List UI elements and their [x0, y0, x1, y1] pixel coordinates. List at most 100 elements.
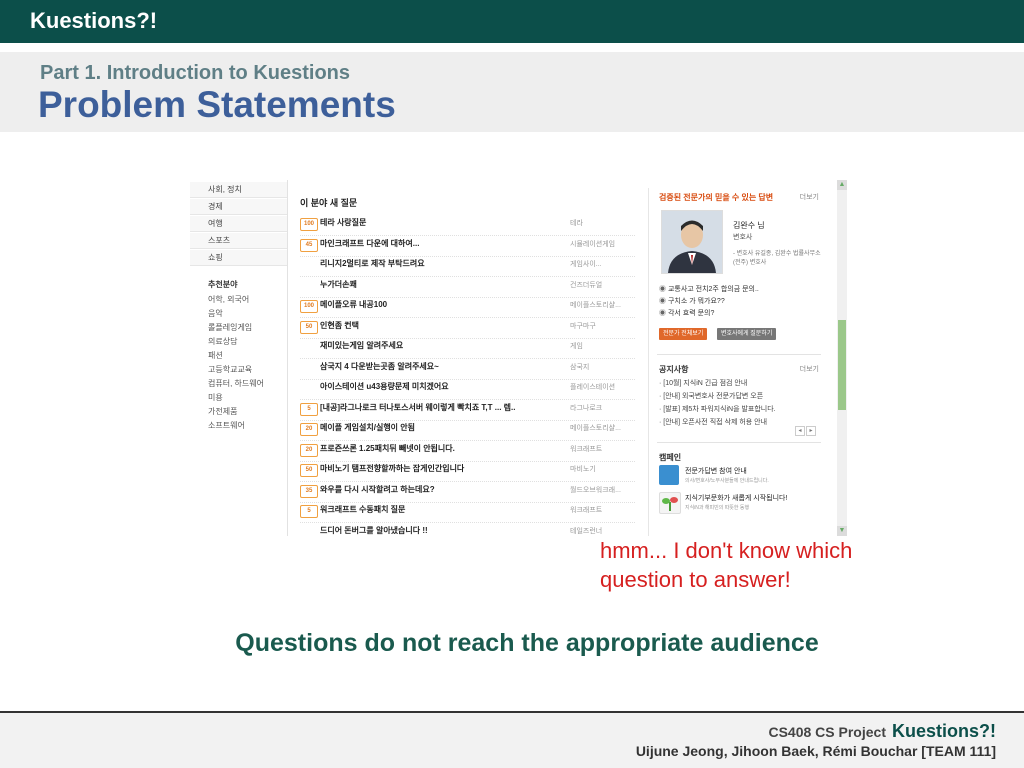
question-title[interactable]: 누가더손쾌	[320, 279, 357, 290]
question-title[interactable]: 마비노기 탬프전향할까하는 잡게인간입니다	[320, 463, 464, 474]
question-category[interactable]: 워크래프트	[570, 444, 602, 454]
question-row[interactable]: 35 와우를 다시 시작할려고 하는데요? 월드오브워크래...	[300, 481, 635, 503]
category-link[interactable]: 의료상담	[208, 335, 237, 349]
scrollbar-thumb[interactable]	[838, 320, 846, 410]
question-row[interactable]: 50 인현좀 컨택 마구마구	[300, 317, 635, 339]
question-category[interactable]: 라그나로크	[570, 403, 602, 413]
question-category[interactable]: 건즈더듀얼	[570, 280, 602, 290]
scroll-down-icon[interactable]: ▼	[837, 526, 847, 536]
scroll-up-icon[interactable]: ▲	[837, 180, 847, 190]
question-category[interactable]: 월드오브워크래...	[570, 485, 621, 495]
question-row[interactable]: 삼국지 4 다운받는곳좀 알려주세요~ 삼국지	[300, 358, 635, 380]
sidebar-tab[interactable]: 쇼핑	[190, 250, 287, 266]
question-row[interactable]: 드디어 돈버그를 알아냈습니다 !! 테일즈런너	[300, 522, 635, 537]
category-link[interactable]: 패션	[208, 349, 223, 363]
slide-subtitle: Part 1. Introduction to Kuestions	[40, 62, 351, 84]
sprout-icon	[662, 497, 678, 511]
bounty-badge: 5	[300, 402, 318, 416]
circle-q-icon: ◉	[659, 298, 668, 305]
notice-item[interactable]: · [안내] 외국변호사 전문가답변 오픈	[659, 391, 763, 401]
category-link[interactable]: 소프트웨어	[208, 419, 245, 433]
prev-arrow-icon[interactable]: ◂	[795, 426, 805, 436]
notice-item[interactable]: · [10월] 지식iN 긴급 점검 안내	[659, 378, 747, 388]
all-experts-button[interactable]: 전문가 전체보기	[659, 328, 708, 340]
callout-text: hmm... I don't know which question to an…	[600, 536, 852, 594]
question-row[interactable]: 5 [내공]라그나로크 터나토스서버 웨이렇게 빡치죠 T,T ... 렙.. 라그…	[300, 399, 635, 421]
question-title[interactable]: 프로즌쓰론 1.25패치뒤 빼넷이 안됩니다.	[320, 443, 455, 454]
question-category[interactable]: 마구마구	[570, 321, 596, 331]
main-message: Questions do not reach the appropriate a…	[235, 629, 819, 657]
question-row[interactable]: 100 테라 사랑질문 테라	[300, 214, 635, 236]
question-category[interactable]: 마비노기	[570, 464, 596, 474]
question-title[interactable]: [내공]라그나로크 터나토스서버 웨이렇게 빡치죠 T,T ... 렙..	[320, 402, 515, 413]
question-row[interactable]: 50 마비노기 탬프전향할까하는 잡게인간입니다 마비노기	[300, 460, 635, 482]
question-title[interactable]: 드디어 돈버그를 알아냈습니다 !!	[320, 525, 428, 536]
question-title[interactable]: 워크래프트 수동패치 질문	[320, 504, 405, 515]
question-row[interactable]: 누가더손쾌 건즈더듀얼	[300, 276, 635, 298]
expert-answer-link[interactable]: ◉ 구치소 가 뭐가요??	[659, 296, 725, 306]
bounty-badge: 20	[300, 423, 318, 436]
sidebar-tab[interactable]: 여행	[190, 216, 287, 232]
question-row[interactable]: 아이스테이션 u43용량문제 미치겠어요 플레이스테이션	[300, 378, 635, 400]
notice-more-link[interactable]: 더보기	[800, 364, 819, 374]
question-row[interactable]: 재미있는게임 알려주세요 게임	[300, 337, 635, 359]
question-title[interactable]: 와우를 다시 시작할려고 하는데요?	[320, 484, 435, 495]
category-link[interactable]: 컴퓨터, 하드웨어	[208, 377, 264, 391]
ask-lawyer-button[interactable]: 변호사에게 질문하기	[717, 328, 777, 340]
notice-title: 공지사항	[659, 365, 689, 374]
question-category[interactable]: 삼국지	[570, 362, 589, 372]
question-row[interactable]: 리니지2멀티로 제작 부탁드려요 게임사이...	[300, 255, 635, 277]
question-category[interactable]: 게임	[570, 341, 583, 351]
question-title[interactable]: 리니지2멀티로 제작 부탁드려요	[320, 258, 425, 269]
happybean-icon	[659, 492, 681, 514]
question-category[interactable]: 메이플스토리샬...	[570, 423, 621, 433]
question-title[interactable]: 인현좀 컨택	[320, 320, 359, 331]
question-category[interactable]: 워크래프트	[570, 505, 602, 515]
sidebar-tab[interactable]: 스포츠	[190, 233, 287, 249]
question-title[interactable]: 아이스테이션 u43용량문제 미치겠어요	[320, 381, 449, 392]
expert-more-link[interactable]: 더보기	[800, 192, 819, 202]
bounty-badge: 20	[300, 443, 318, 457]
question-title[interactable]: 마인크래프트 다운에 대하여...	[320, 238, 419, 249]
category-link[interactable]: 롤플레잉게임	[208, 321, 252, 335]
expert-name: 김완수 님	[733, 221, 765, 230]
question-row[interactable]: 45 마인크래프트 다운에 대하여... 시뮬레이션게임	[300, 235, 635, 257]
question-title[interactable]: 테라 사랑질문	[320, 217, 366, 228]
category-link[interactable]: 어학, 외국어	[208, 293, 249, 307]
scrollbar[interactable]: ▲ ▼	[837, 180, 847, 536]
question-row[interactable]: 20 프로즌쓰론 1.25패치뒤 빼넷이 안됩니다. 워크래프트	[300, 440, 635, 462]
sidebar-tab[interactable]: 사회, 정치	[190, 182, 287, 198]
campaign-item-title[interactable]: 지식기부문화가 새롭게 시작됩니다!	[685, 493, 787, 503]
question-title[interactable]: 메이플 게임설치/실행이 안됨	[320, 422, 415, 433]
expert-avatar	[661, 210, 723, 274]
notice-item[interactable]: · [발표] 제5차 파워지식iN을 발표합니다.	[659, 404, 776, 414]
question-title[interactable]: 메이플오류 내공100	[320, 299, 387, 310]
question-category[interactable]: 테라	[570, 218, 583, 228]
notice-item[interactable]: · [안내] 오픈사전 직접 삭제 허용 안내	[659, 417, 767, 427]
question-category[interactable]: 게임사이...	[570, 259, 602, 269]
expert-answer-link[interactable]: ◉ 각서 효력 문의?	[659, 308, 714, 318]
question-row[interactable]: 20 메이플 게임설치/실행이 안됨 메이플스토리샬...	[300, 419, 635, 441]
question-category[interactable]: 메이플스토리샬...	[570, 300, 621, 310]
bounty-badge: 100	[300, 218, 318, 231]
expert-answer-link[interactable]: ◉ 교통사고 전치2주 합의금 문의..	[659, 284, 759, 294]
question-category[interactable]: 플레이스테이션	[570, 382, 615, 392]
category-link[interactable]: 가전제품	[208, 405, 237, 419]
brand-title: Kuestions?!	[30, 8, 158, 33]
sidebar-tab[interactable]: 경제	[190, 199, 287, 215]
campaign-item-title[interactable]: 전문가답변 참여 안내	[685, 466, 747, 476]
category-link[interactable]: 미용	[208, 391, 223, 405]
expert-role: 변호사	[733, 234, 753, 241]
question-category[interactable]: 시뮬레이션게임	[570, 239, 615, 249]
question-row[interactable]: 5 워크래프트 수동패치 질문 워크래프트	[300, 501, 635, 523]
next-arrow-icon[interactable]: ▸	[806, 426, 816, 436]
question-title[interactable]: 재미있는게임 알려주세요	[320, 340, 403, 351]
category-link[interactable]: 고등학교교육	[208, 363, 252, 377]
question-category[interactable]: 테일즈런너	[570, 526, 602, 536]
category-link[interactable]: 음악	[208, 307, 223, 321]
bounty-badge: 35	[300, 484, 318, 498]
expert-description: - 변호사 유길종, 김완수 법률사무소(전주) 변호사	[733, 251, 821, 266]
question-title[interactable]: 삼국지 4 다운받는곳좀 알려주세요~	[320, 361, 439, 372]
footer-authors: Uijune Jeong, Jihoon Baek, Rémi Bouchar …	[635, 743, 996, 759]
question-row[interactable]: 100 메이플오류 내공100 메이플스토리샬...	[300, 296, 635, 318]
